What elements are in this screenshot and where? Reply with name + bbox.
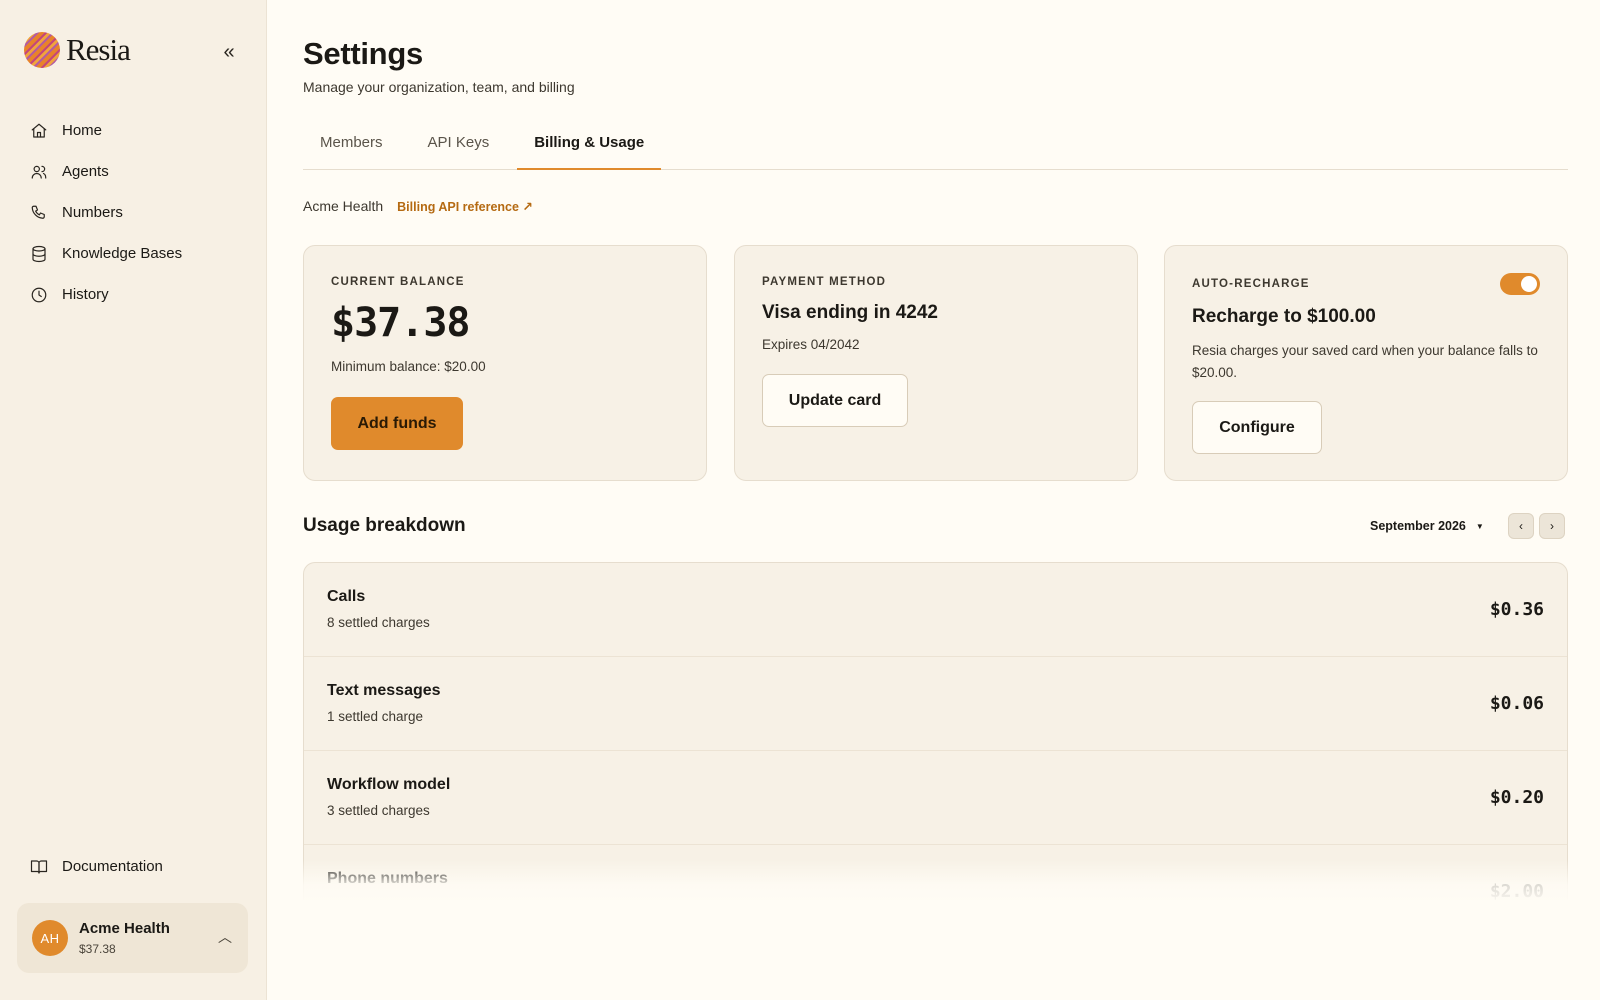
sidebar-item-agents[interactable]: Agents <box>16 151 252 192</box>
phone-icon <box>31 205 45 219</box>
usage-row-name: Text messages <box>327 682 441 699</box>
next-month-button[interactable]: › <box>1539 513 1565 539</box>
configure-button[interactable]: Configure <box>1192 401 1322 454</box>
usage-row-charges: 8 settled charges <box>327 615 430 630</box>
minimum-balance-note: Minimum balance: $20.00 <box>331 359 486 374</box>
sidebar-item-label: History <box>62 286 109 303</box>
usage-row-amount: $0.06 <box>1489 693 1544 714</box>
sidebar-item-label: Numbers <box>62 204 123 221</box>
sidebar-nav: Home Agents Numbers Knowledge Bases Hist… <box>16 110 252 315</box>
usage-row-text-messages[interactable]: Text messages 1 settled charge $0.06 <box>304 657 1567 751</box>
sidebar-footer: Documentation <box>16 846 252 887</box>
sidebar-item-label: Documentation <box>62 858 163 875</box>
caret-down-icon: ▼ <box>1475 522 1484 532</box>
chevron-right-icon: › <box>1550 519 1554 533</box>
usage-row-name: Workflow model <box>327 776 451 793</box>
chevron-up-icon: ︿ <box>218 929 232 945</box>
add-funds-button[interactable]: Add funds <box>331 397 463 450</box>
balance-label: CURRENT BALANCE <box>331 276 465 288</box>
sidebar-item-label: Agents <box>62 163 109 180</box>
usage-breakdown-title: Usage breakdown <box>303 515 466 536</box>
balance-card: CURRENT BALANCE $37.38 Minimum balance: … <box>303 245 707 481</box>
account-info: Acme Health $37.38 <box>79 920 170 956</box>
page-subtitle: Manage your organization, team, and bill… <box>303 79 575 95</box>
usage-row-charges: 1 settled charge <box>327 709 424 724</box>
users-icon <box>31 165 47 179</box>
auto-recharge-label: AUTO-RECHARGE <box>1192 278 1310 290</box>
account-switcher[interactable]: AH Acme Health $37.38 ︿ <box>17 903 248 973</box>
logo-text: Resia <box>66 32 131 67</box>
usage-row-amount: $0.20 <box>1489 787 1544 808</box>
page-title: Settings <box>303 36 423 71</box>
clock-icon <box>31 287 47 302</box>
month-selector-value: September 2026 <box>1370 519 1466 533</box>
previous-month-button[interactable]: ‹ <box>1508 513 1534 539</box>
org-name: Acme Health <box>303 198 384 214</box>
chevrons-left-icon[interactable]: « <box>216 40 242 66</box>
account-name: Acme Health <box>79 920 170 937</box>
billing-api-reference-link[interactable]: Billing API reference ↗ <box>397 199 533 214</box>
sidebar-item-label: Knowledge Bases <box>62 245 183 262</box>
book-icon <box>30 859 48 874</box>
sidebar-item-label: Home <box>62 122 103 139</box>
sidebar-item-history[interactable]: History <box>16 274 252 315</box>
tab-members[interactable]: Members <box>303 126 400 170</box>
usage-row-workflow-model[interactable]: Workflow model 3 settled charges $0.20 <box>304 751 1567 845</box>
home-icon <box>31 123 47 138</box>
tab-billing-usage[interactable]: Billing & Usage <box>517 126 662 170</box>
usage-row-amount: $0.36 <box>1489 599 1544 620</box>
usage-row-charges: 3 settled charges <box>327 803 430 818</box>
usage-row-phone-numbers[interactable]: Phone numbers $2.00 <box>304 845 1567 900</box>
account-balance: $37.38 <box>79 942 116 956</box>
recharge-description: Resia charges your saved card when your … <box>1192 343 1538 380</box>
balance-amount: $37.38 <box>331 300 470 346</box>
payment-method-card: PAYMENT METHOD Visa ending in 4242 Expir… <box>734 245 1138 481</box>
auto-recharge-card: AUTO-RECHARGE Recharge to $100.00 Resia … <box>1164 245 1568 481</box>
month-selector[interactable]: September 2026 ▼ <box>1370 519 1484 533</box>
recharge-amount: Recharge to $100.00 <box>1192 306 1376 327</box>
card-description: Visa ending in 4242 <box>762 302 939 323</box>
database-icon <box>32 245 46 262</box>
sidebar-item-documentation[interactable]: Documentation <box>16 846 252 887</box>
org-line: Acme Health Billing API reference ↗ <box>303 198 533 214</box>
toggle-knob <box>1521 276 1537 292</box>
tab-api-keys[interactable]: API Keys <box>411 126 507 170</box>
sidebar-item-knowledge-bases[interactable]: Knowledge Bases <box>16 233 252 274</box>
auto-recharge-toggle[interactable] <box>1500 273 1540 295</box>
logo-mark-icon <box>24 32 60 68</box>
usage-row-name: Phone numbers <box>327 870 448 887</box>
sidebar: Resia « Home Agents Numbers Knowledge Ba… <box>0 0 267 1000</box>
usage-row-name: Calls <box>327 588 366 605</box>
settings-tabs: Members API Keys Billing & Usage <box>303 126 1568 170</box>
card-expiry: Expires 04/2042 <box>762 337 860 352</box>
usage-list: Calls 8 settled charges $0.36 Text messa… <box>303 562 1568 900</box>
avatar: AH <box>32 920 68 956</box>
sidebar-item-numbers[interactable]: Numbers <box>16 192 252 233</box>
usage-row-amount: $2.00 <box>1489 881 1544 900</box>
update-card-button[interactable]: Update card <box>762 374 908 427</box>
logo[interactable]: Resia <box>24 32 131 68</box>
sidebar-item-home[interactable]: Home <box>16 110 252 151</box>
payment-method-label: PAYMENT METHOD <box>762 276 887 288</box>
chevron-left-icon: ‹ <box>1519 519 1523 533</box>
usage-row-calls[interactable]: Calls 8 settled charges $0.36 <box>304 563 1567 657</box>
